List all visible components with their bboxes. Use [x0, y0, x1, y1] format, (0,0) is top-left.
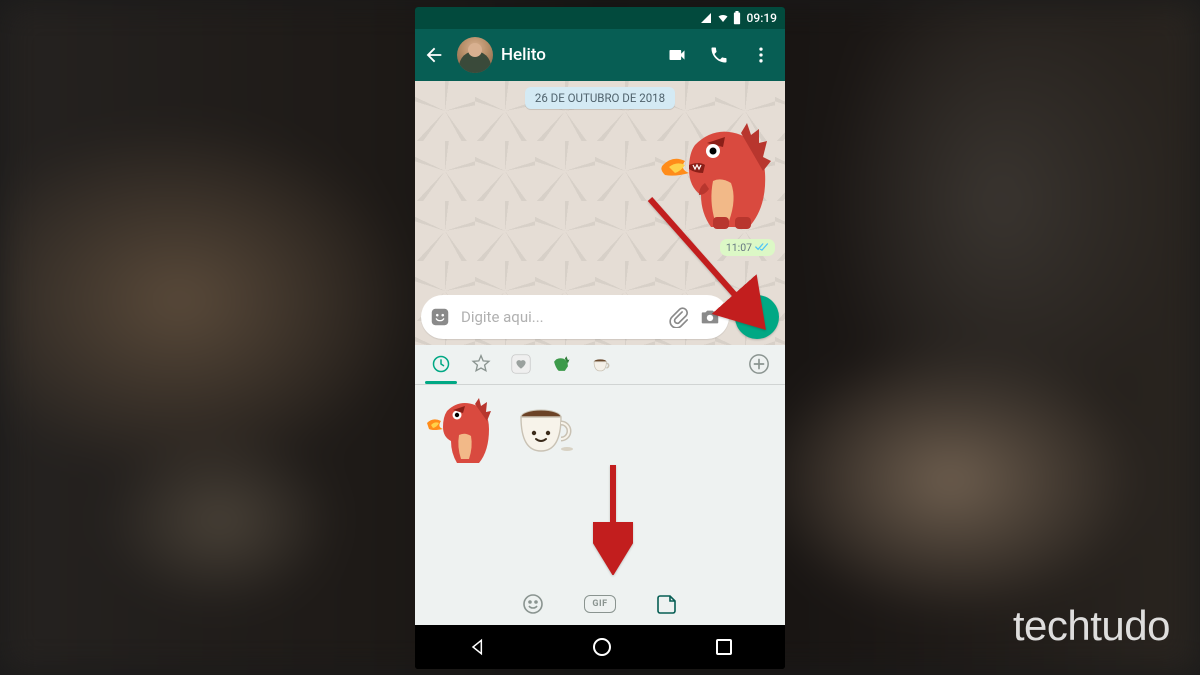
avatar[interactable] [457, 37, 493, 73]
clock-icon [431, 354, 451, 374]
more-menu-icon[interactable] [751, 45, 771, 65]
status-time: 09:19 [747, 11, 777, 25]
chat-header: Helito [415, 29, 785, 81]
attach-icon[interactable] [667, 306, 689, 328]
emoji-tab-button[interactable] [516, 587, 550, 621]
add-sticker-pack-button[interactable] [739, 344, 779, 384]
voice-message-button[interactable] [735, 295, 779, 339]
nav-recent-icon[interactable] [716, 639, 732, 655]
dinosaur-sticker-icon [655, 117, 775, 237]
sticker-pack-hearts-tab[interactable] [501, 344, 541, 384]
phone-frame: 09:19 Helito 26 DE OUTUBRO DE 2018 [415, 7, 785, 669]
battery-icon [733, 11, 741, 25]
sticker-tab-bar [415, 345, 785, 385]
nav-home-icon[interactable] [593, 638, 611, 656]
voice-call-icon[interactable] [709, 45, 729, 65]
message-time: 11:07 [726, 241, 752, 254]
sticker-pack-cuppy-tab[interactable] [581, 344, 621, 384]
back-button[interactable] [419, 40, 449, 70]
video-call-icon[interactable] [667, 45, 687, 65]
sticker-panel: GIF [415, 345, 785, 625]
wifi-icon [717, 12, 729, 24]
android-nav-bar [415, 625, 785, 669]
emoji-face-icon [521, 592, 545, 616]
nav-back-icon[interactable] [468, 637, 488, 657]
read-checkmarks-icon [755, 242, 769, 252]
plus-icon [748, 353, 770, 375]
sticker-icon [655, 592, 679, 616]
sticker-cuppy[interactable] [509, 395, 581, 467]
outgoing-sticker-message[interactable]: 11:07 [655, 117, 775, 256]
chat-area: 26 DE OUTUBRO DE 2018 [415, 81, 785, 345]
message-meta: 11:07 [720, 239, 775, 256]
arrow-left-icon [423, 44, 445, 66]
dino-pack-icon [551, 354, 571, 374]
panel-footer: GIF [415, 583, 785, 625]
message-input[interactable]: Digite aqui... [421, 295, 729, 339]
microphone-icon [746, 306, 768, 328]
sticker-dino-fire[interactable] [423, 395, 495, 467]
favorite-stickers-tab[interactable] [461, 344, 501, 384]
sticker-tab-button[interactable] [650, 587, 684, 621]
message-input-row: Digite aqui... [415, 289, 785, 345]
gif-tab-button[interactable]: GIF [584, 595, 616, 613]
emoji-picker-icon[interactable] [429, 306, 451, 328]
sticker-pack-dino-tab[interactable] [541, 344, 581, 384]
recent-stickers-tab[interactable] [421, 344, 461, 384]
dinosaur-sticker-icon [423, 395, 495, 467]
android-status-bar: 09:19 [415, 7, 785, 29]
camera-icon[interactable] [699, 306, 721, 328]
cuppy-pack-icon [591, 354, 611, 374]
coffee-cup-sticker-icon [509, 395, 581, 467]
star-icon [471, 354, 491, 374]
contact-name[interactable]: Helito [501, 45, 659, 65]
watermark-text: techtudo [1013, 602, 1170, 650]
sticker-grid [415, 385, 785, 583]
signal-icon [699, 12, 713, 24]
input-placeholder: Digite aqui... [461, 308, 657, 326]
heart-pack-icon [511, 354, 531, 374]
date-separator: 26 DE OUTUBRO DE 2018 [525, 87, 675, 109]
